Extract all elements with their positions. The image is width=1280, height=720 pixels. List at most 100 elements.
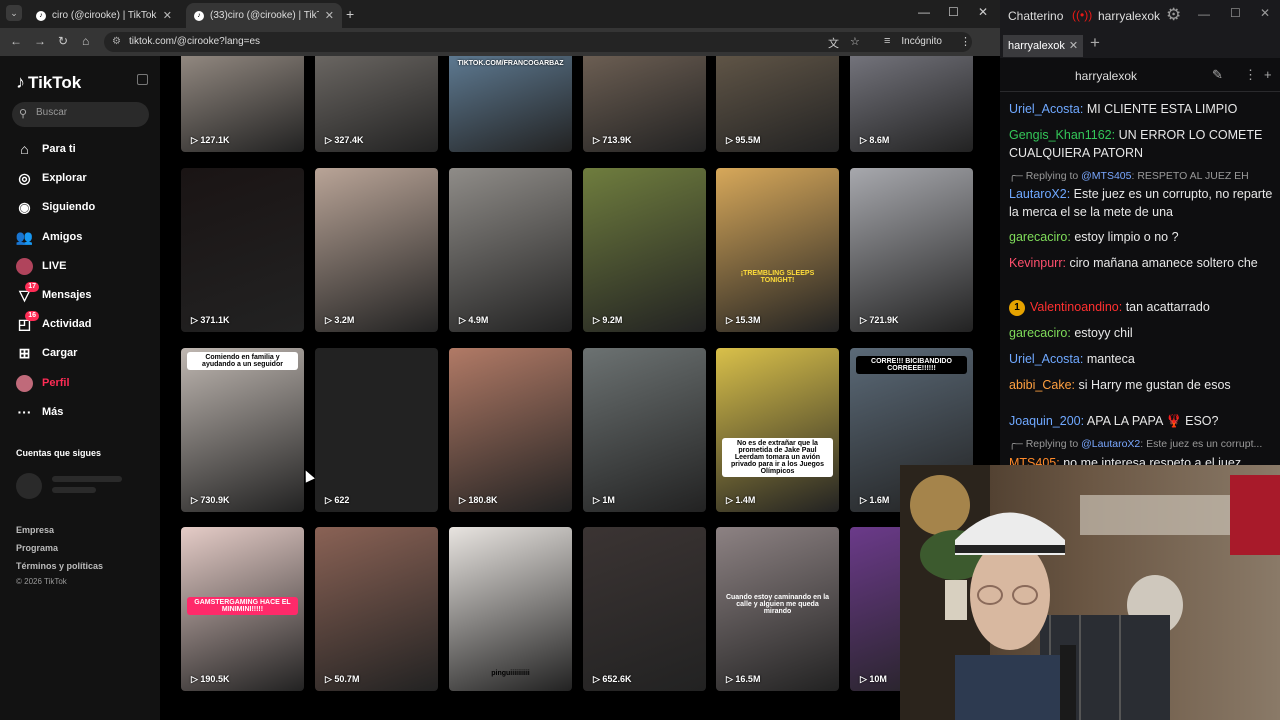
video-thumbnail[interactable]: ▷ 180.8K (449, 348, 572, 512)
video-caption: GAMSTERGAMING HACE EL MINIMINI!!!!! (187, 597, 298, 615)
tab-title: (33)ciro (@cirooke) | TikTok (210, 10, 319, 21)
tiktok-logo[interactable]: ♪ TikTok (16, 72, 81, 93)
view-count-value: 327.4K (334, 135, 364, 145)
forward-icon[interactable]: → (34, 34, 46, 48)
video-thumbnail[interactable]: ▷ 9.2M (583, 168, 706, 332)
video-thumbnail[interactable]: ▷ 622 (315, 348, 438, 512)
url-field[interactable]: ⚙ tiktok.com/@cirooke?lang=es 文 ☆ ≡ Incó… (104, 32, 972, 52)
browser-tab[interactable]: ♪ ciro (@cirooke) | TikTok ✕ (28, 3, 180, 28)
video-thumbnail[interactable]: ▷ 95.5M (716, 56, 839, 152)
close-window-icon[interactable]: ✕ (1260, 6, 1270, 20)
translate-icon[interactable]: 文 (828, 35, 839, 51)
chat-username[interactable]: garecaciro (1009, 326, 1067, 340)
chat-username[interactable]: abibi_Cake (1009, 378, 1072, 392)
close-tab-icon[interactable]: ✕ (325, 9, 334, 22)
tab-search-icon[interactable]: ⌄ (6, 5, 22, 21)
chat-message-text: estoy limpio o no ? (1074, 230, 1179, 244)
bookmark-star-icon[interactable]: ☆ (850, 35, 860, 48)
video-thumbnail[interactable]: ▷ 652.6K (583, 527, 706, 691)
chat-username[interactable]: Joaquin_200 (1009, 414, 1081, 428)
nav-item-cargar[interactable]: ⊞ Cargar (16, 342, 146, 364)
video-thumbnail[interactable]: ▷ 721.9K (850, 168, 973, 332)
view-count-value: 8.6M (869, 135, 890, 145)
site-info-icon[interactable]: ⚙ (112, 36, 121, 47)
video-thumbnail[interactable]: ▷ 4.9M (449, 168, 572, 332)
reply-context[interactable]: ╭─ Replying to @MTS405: RESPETO AL JUEZ … (1009, 170, 1273, 182)
nav-item-amigos[interactable]: 👥 Amigos (16, 226, 146, 248)
video-thumbnail[interactable]: Comiendo en familia y ayudando a un segu… (181, 348, 304, 512)
incognito-label[interactable]: Incógnito (901, 36, 942, 47)
view-count-value: 180.8K (468, 495, 498, 505)
back-icon[interactable]: ← (10, 34, 22, 48)
video-caption: CORRE!!! BICIBANDIDO CORREEE!!!!!! (856, 356, 967, 374)
reply-context[interactable]: ╭─ Replying to @LautaroX2: Este juez es … (1009, 438, 1273, 450)
close-window-icon[interactable]: ✕ (978, 5, 988, 19)
video-thumbnail[interactable]: Cuando estoy caminando en la calle y alg… (716, 527, 839, 691)
nav-item-explorar[interactable]: ◎ Explorar (16, 167, 146, 189)
nav-item-para-ti[interactable]: ⌂ Para ti (16, 138, 146, 160)
moderation-pen-icon[interactable]: ✎ (1212, 67, 1223, 83)
view-count: ▷ 3.2M (325, 315, 354, 326)
nav-item-siguiendo[interactable]: ◉ Siguiendo (16, 196, 146, 218)
video-thumbnail[interactable]: No es de extrañar que la prometida de Ja… (716, 348, 839, 512)
video-thumbnail[interactable]: ▷ 8.6M (850, 56, 973, 152)
footer-link-empresa[interactable]: Empresa (16, 525, 54, 535)
chat-username[interactable]: garecaciro (1009, 230, 1067, 244)
nav-item-mensajes[interactable]: ▽ 17 Mensajes (16, 281, 146, 306)
chat-username[interactable]: Kevinpurr (1009, 256, 1063, 270)
nav-item-mas[interactable]: ··· Más (16, 401, 146, 423)
view-count: ▷ 652.6K (593, 674, 631, 685)
nav-item-perfil[interactable]: Perfil (16, 372, 146, 394)
chat-username[interactable]: Uriel_Acosta (1009, 102, 1080, 116)
add-tab-icon[interactable]: + (1090, 33, 1100, 53)
nav-item-live[interactable]: LIVE (16, 255, 146, 277)
collapse-sidebar-icon[interactable] (137, 74, 148, 85)
split-menu-icon[interactable]: ⋮ (1244, 67, 1257, 83)
play-icon: ▷ (191, 495, 201, 505)
video-thumbnail[interactable]: ▷ 3.2M (315, 168, 438, 332)
minimize-icon[interactable]: — (1198, 7, 1210, 21)
chat-tab[interactable]: harryalexok ✕ (1003, 35, 1084, 57)
search-input[interactable] (36, 107, 136, 118)
reply-target[interactable]: @LautaroX2 (1081, 438, 1140, 450)
subscriber-badge-icon[interactable]: 1 (1009, 299, 1025, 316)
nav-item-actividad[interactable]: ◰ 16 Actividad (16, 310, 146, 335)
video-thumbnail[interactable]: pinguiiiiiiiiii (449, 527, 572, 691)
chat-username[interactable]: LautaroX2 (1009, 187, 1067, 201)
video-caption: TIKTOK.COM/FRANCOGARBAZ (457, 60, 564, 67)
maximize-icon[interactable]: ☐ (948, 5, 959, 19)
close-tab-icon[interactable]: ✕ (1069, 40, 1078, 52)
video-caption: pinguiiiiiiiiii (491, 670, 530, 677)
video-thumbnail[interactable]: GAMSTERGAMING HACE EL MINIMINI!!!!! ▷ 190… (181, 527, 304, 691)
chat-username[interactable]: Valentinoandino (1030, 300, 1119, 314)
reply-target[interactable]: @MTS405 (1081, 170, 1131, 182)
play-icon: ▷ (325, 315, 335, 325)
video-thumbnail[interactable]: ▷ 327.4K (315, 56, 438, 152)
reading-list-icon[interactable]: ≡ (884, 35, 890, 47)
video-thumbnail[interactable]: ▷ 127.1K (181, 56, 304, 152)
video-thumbnail[interactable]: ▷ 1M (583, 348, 706, 512)
add-split-icon[interactable]: + (1264, 67, 1272, 82)
menu-kebab-icon[interactable]: ⋮ (960, 35, 971, 48)
video-thumbnail[interactable]: TIKTOK.COM/FRANCOGARBAZ (449, 56, 572, 152)
video-thumbnail[interactable]: ¡TREMBLING SLEEPS TONIGHT! ▷ 15.3M (716, 168, 839, 332)
chat-username[interactable]: Uriel_Acosta (1009, 352, 1080, 366)
video-thumbnail[interactable]: ▷ 50.7M (315, 527, 438, 691)
new-tab-icon[interactable]: + (346, 6, 354, 22)
minimize-icon[interactable]: — (918, 5, 930, 19)
footer-link-programa[interactable]: Programa (16, 543, 58, 553)
chat-username[interactable]: Gengis_Khan1162 (1009, 128, 1112, 142)
browser-tab-active[interactable]: ♪ (33)ciro (@cirooke) | TikTok ✕ (186, 3, 342, 28)
video-thumbnail[interactable]: ▷ 371.1K (181, 168, 304, 332)
maximize-icon[interactable]: ☐ (1230, 6, 1241, 20)
reload-icon[interactable]: ↻ (58, 34, 68, 48)
view-count-value: 15.3M (735, 315, 761, 325)
search-box[interactable]: ⚲ (12, 102, 149, 127)
chat-message-text: manteca (1086, 352, 1135, 366)
settings-gear-icon[interactable]: ⚙ (1166, 5, 1181, 25)
video-thumbnail[interactable]: ▷ 713.9K (583, 56, 706, 152)
copyright-text: © 2026 TikTok (16, 577, 67, 586)
footer-link-terminos[interactable]: Términos y políticas (16, 561, 103, 571)
home-icon[interactable]: ⌂ (82, 34, 89, 48)
close-tab-icon[interactable]: ✕ (163, 9, 172, 22)
